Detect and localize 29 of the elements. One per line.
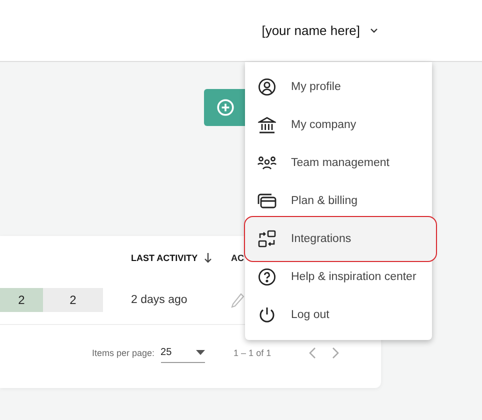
power-icon [258,306,276,324]
menu-item[interactable]: My company [245,106,432,144]
next-page-icon[interactable] [332,347,340,359]
menu-item[interactable]: My profile [245,68,432,106]
menu-item[interactable]: Integrations [245,217,436,261]
menu-item[interactable]: Log out [245,296,432,334]
items-per-page-label: Items per page: [92,348,155,358]
items-per-page-select[interactable]: 25 [160,343,205,363]
last-activity: 2 days ago [131,294,188,306]
menu-item[interactable]: Help & inspiration center [245,258,432,296]
plus-circle-icon [217,99,234,116]
count-cell: 2 [43,288,103,312]
cards-icon [257,193,277,209]
help-icon [258,268,276,286]
menu-item[interactable]: Team management [245,144,432,182]
sort-down-icon [204,253,212,263]
menu-item[interactable]: Plan & billing [245,182,432,220]
integrations-icon [258,230,276,248]
pencil-icon[interactable] [231,292,244,308]
team-icon [257,155,277,171]
count-cell: 2 [0,288,43,312]
caret-down-icon [196,350,205,355]
column-header[interactable]: LAST ACTIVITY [131,253,231,263]
page-range: 1 – 1 of 1 [234,348,272,358]
user-icon [258,78,276,96]
user-name[interactable]: [your name here] [262,23,360,38]
previous-page-icon[interactable] [309,347,316,359]
bank-icon [258,116,276,134]
chevron-down-icon[interactable] [370,28,378,33]
